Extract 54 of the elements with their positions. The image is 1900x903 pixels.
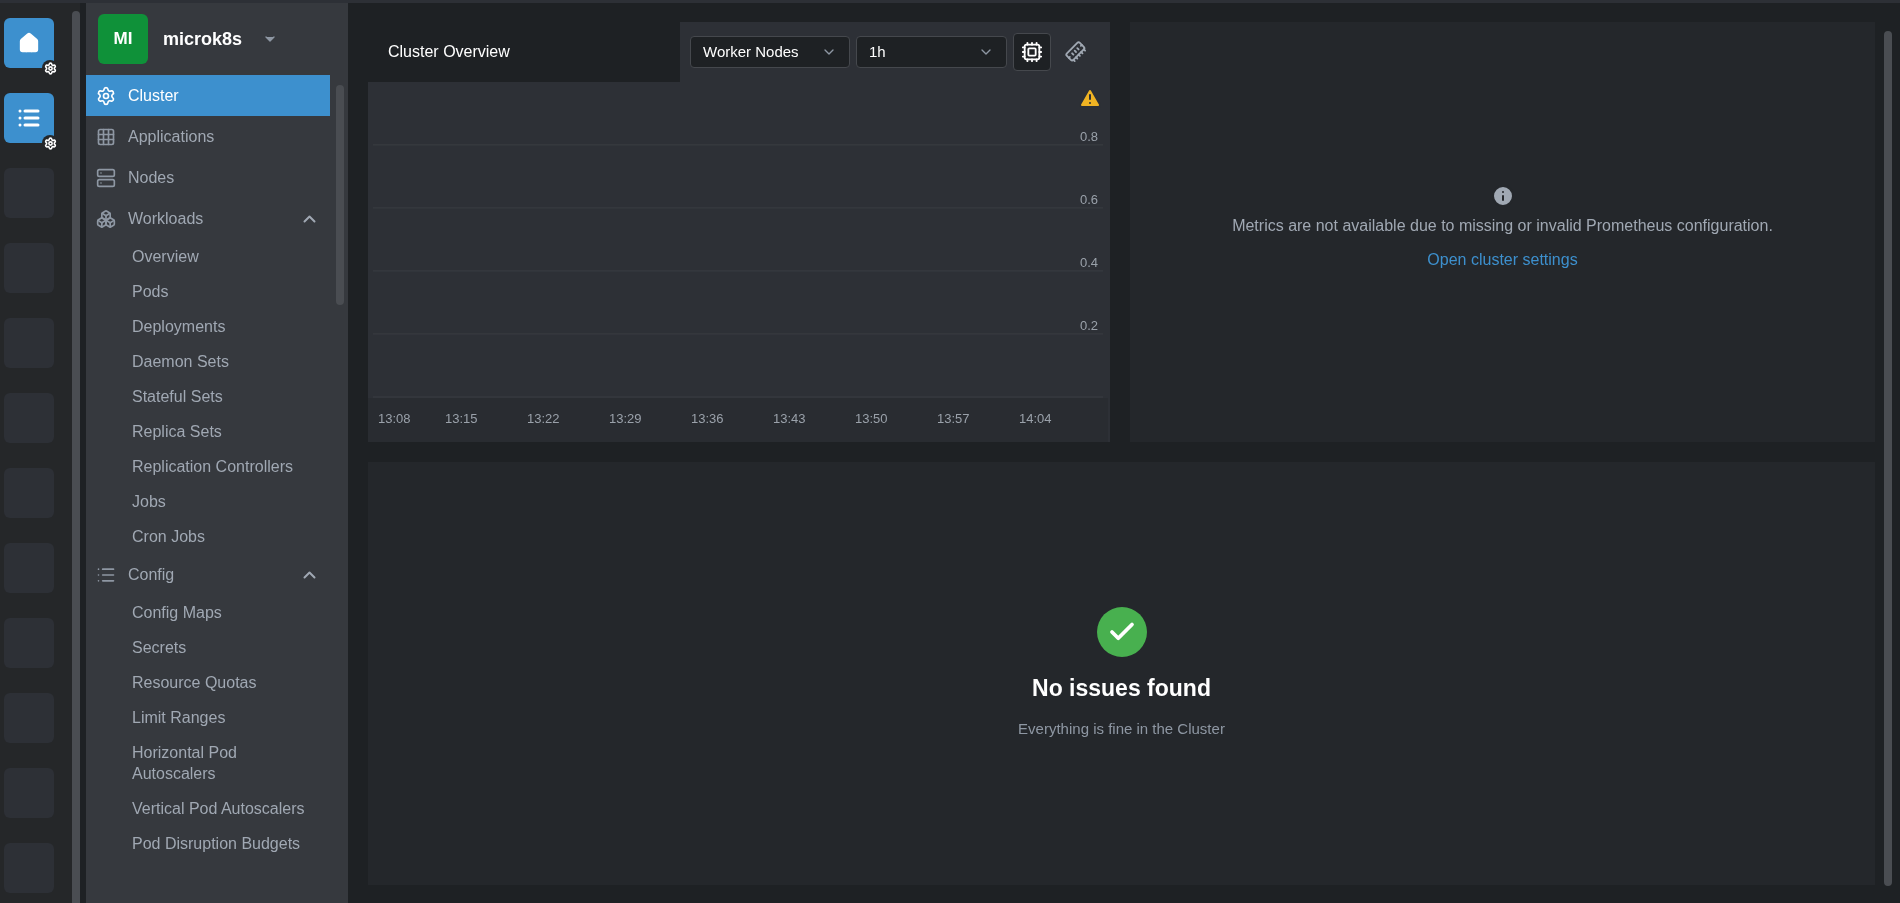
- sidebar-subitem[interactable]: Cron Jobs: [132, 526, 205, 547]
- sidebar-subitem[interactable]: Vertical Pod Autoscalers: [132, 798, 305, 819]
- grid-icon: [96, 126, 116, 147]
- sidebar-item[interactable]: Workloads: [86, 198, 330, 239]
- card-title: Cluster Overview: [388, 42, 510, 62]
- sidebar-subitem[interactable]: Limit Ranges: [132, 707, 226, 728]
- open-settings-link[interactable]: Open cluster settings: [1427, 248, 1578, 272]
- cluster-name-dropdown[interactable]: microk8s: [163, 25, 279, 53]
- y-tick-label: 0.4: [1079, 254, 1098, 270]
- x-tick-label: 13:36: [691, 411, 724, 426]
- x-tick-label: 13:57: [937, 411, 970, 426]
- metrics-message: Metrics are not available due to missing or invalid Prometheus configuration.: [1232, 216, 1773, 236]
- sidebar-subitem[interactable]: Jobs: [132, 491, 166, 512]
- sidebar-subitem[interactable]: Stateful Sets: [132, 386, 223, 407]
- sidebar-subitem[interactable]: Daemon Sets: [132, 351, 229, 372]
- sidebar-subitem[interactable]: Secrets: [132, 637, 187, 658]
- issues-title: No issues found: [1032, 674, 1211, 703]
- gear-icon: [42, 135, 58, 151]
- y-tick-label: 0.2: [1079, 317, 1098, 333]
- sidebar-subitem[interactable]: Overview: [132, 246, 199, 267]
- cluster-avatar: MI: [98, 14, 148, 64]
- sidebar-subitem[interactable]: Replica Sets: [132, 421, 222, 442]
- sidebar-subitem[interactable]: Pods: [132, 281, 169, 302]
- x-tick-label: 14:04: [1019, 411, 1052, 426]
- chip-icon: [1021, 41, 1043, 63]
- y-tick-label: 0.6: [1079, 191, 1098, 207]
- sidebar-item[interactable]: Nodes: [86, 157, 330, 198]
- home-hotbar-button[interactable]: [4, 18, 54, 68]
- sidebar-item[interactable]: Cluster: [86, 75, 330, 116]
- sidebar-subitem[interactable]: Replication Controllers: [132, 456, 293, 477]
- home-icon: [18, 32, 40, 54]
- sidebar-subitem[interactable]: Deployments: [132, 316, 226, 337]
- y-tick-label: 0.8: [1079, 128, 1098, 144]
- x-tick-label: 13:43: [773, 411, 806, 426]
- server-icon: [96, 167, 116, 188]
- sidebar-subitem[interactable]: Config Maps: [132, 602, 222, 623]
- x-tick-label: 13:50: [855, 411, 888, 426]
- catalog-hotbar-button[interactable]: [4, 93, 54, 143]
- cpu-metric-button[interactable]: [1013, 33, 1051, 71]
- sidebar-subitem[interactable]: Horizontal Pod Autoscalers: [132, 742, 314, 784]
- time-range-select[interactable]: 1h: [856, 36, 1007, 68]
- x-tick-label: 13:29: [609, 411, 642, 426]
- sidebar-subitem[interactable]: Pod Disruption Budgets: [132, 833, 301, 854]
- x-tick-label: 13:22: [527, 411, 560, 426]
- node-type-select[interactable]: Worker Nodes: [690, 36, 850, 68]
- sidebar-item[interactable]: Applications: [86, 116, 330, 157]
- sidebar-item[interactable]: Config: [86, 554, 330, 595]
- cubes-icon: [96, 208, 116, 229]
- sidebar-subitem[interactable]: Resource Quotas: [132, 672, 257, 693]
- check-icon: [1096, 607, 1147, 657]
- gear-icon: [42, 60, 58, 76]
- issues-subtitle: Everything is fine in the Cluster: [1018, 718, 1225, 739]
- x-tick-label: 13:15: [445, 411, 478, 426]
- x-tick-label: 13:08: [378, 411, 411, 426]
